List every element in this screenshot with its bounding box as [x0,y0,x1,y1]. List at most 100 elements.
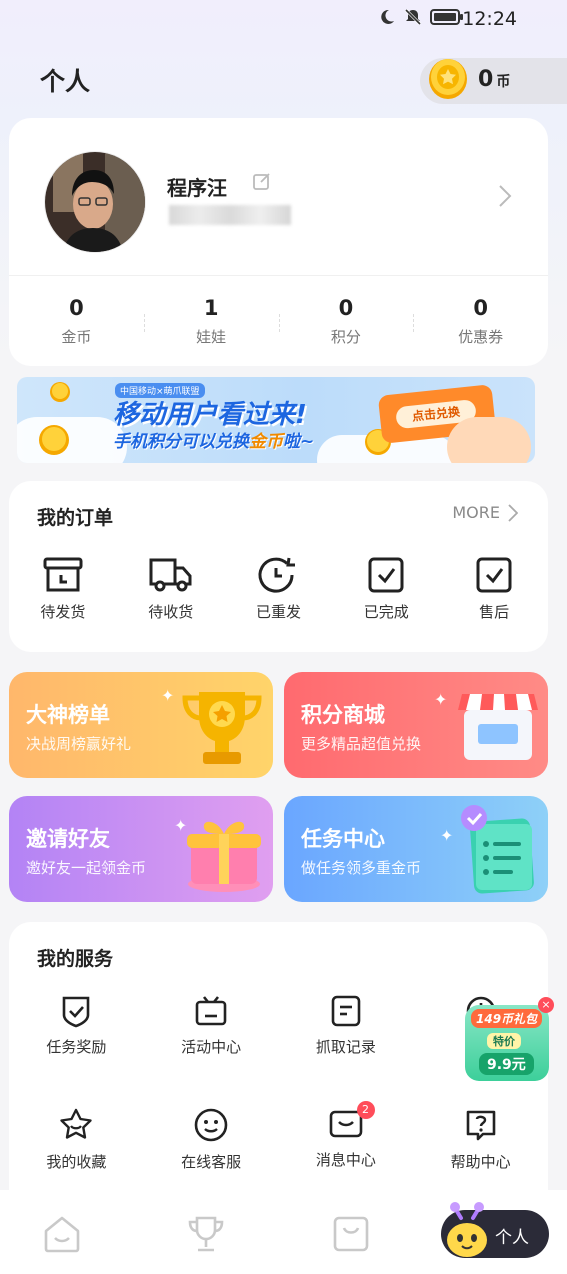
sparkle-icon: ✦ [161,686,175,705]
divider [9,275,548,276]
trophy-icon [182,692,262,764]
stat-points[interactable]: 0 积分 [278,296,414,347]
coin-balance-chip[interactable]: 0币 [420,58,567,104]
user-id-blurred [169,205,291,225]
service-label: 抓取记录 [315,1038,376,1056]
tile-title: 积分商城 [301,703,385,727]
coin-icon [39,425,69,455]
floating-promo[interactable]: 149币礼包 特价 9.9元 × [463,997,558,1083]
services-title: 我的服务 [37,948,114,970]
refresh-clock-icon [259,557,296,593]
orders-more-link[interactable]: MORE [452,503,518,522]
document-icon [331,995,361,1027]
stat-value: 0 [338,296,354,320]
stat-label: 金币 [61,328,92,346]
chevron-right-icon [508,503,518,522]
status-bar: 12:24 [0,0,567,40]
checkbox-icon [368,557,404,593]
star-smile-icon [60,1108,93,1139]
order-completed[interactable]: 已完成 [332,555,440,622]
banner-cloud [17,417,127,463]
chevron-right-icon[interactable] [498,184,512,208]
battery-icon [430,9,463,25]
order-label: 售后 [479,603,510,621]
banner-subline-suffix: 啦~ [283,432,315,452]
tile-title: 大神榜单 [26,703,110,727]
stat-coupons[interactable]: 0 优惠券 [413,296,548,347]
coin-icon [50,382,70,402]
order-label: 已重发 [255,603,301,621]
stat-value: 0 [473,296,488,320]
trophy-outline-icon[interactable] [186,1214,226,1254]
orders-title: 我的订单 [37,507,114,529]
stat-dolls[interactable]: 1 娃娃 [143,296,279,347]
service-label: 消息中心 [315,1151,376,1169]
stat-label: 娃娃 [196,328,227,346]
tab-me-label: 个人 [495,1228,529,1248]
service-activity-center[interactable]: 活动中心 [144,994,279,1107]
tile-invite-friends[interactable]: 邀请好友 邀好友一起领金币 ✦ [9,796,273,902]
tile-subtitle: 更多精品超值兑换 [301,735,422,753]
tab-me[interactable]: 个人 [441,1202,549,1258]
order-reshipped[interactable]: 已重发 [225,555,333,622]
hand-illustration [447,417,531,463]
sparkle-icon: ✦ [440,826,454,845]
tile-subtitle: 做任务领多重金币 [301,859,422,877]
checkbox-icon [476,557,512,593]
sparkle-icon: ✦ [434,690,448,709]
shield-check-icon [63,996,90,1028]
tile-subtitle: 决战周榜赢好礼 [26,735,132,753]
home-icon[interactable] [42,1214,82,1254]
tile-task-center[interactable]: 任务中心 做任务领多重金币 ✦ [284,796,548,902]
profile-card[interactable]: 程序汪 0 金币 1 娃娃 0 积分 0 优惠券 [9,118,548,366]
coin-icon [429,59,467,99]
order-pending-receive[interactable]: 待收货 [117,555,225,622]
tv-icon [195,996,227,1026]
order-pending-ship[interactable]: 待发货 [9,555,117,622]
edit-icon[interactable] [251,170,273,192]
coin-unit: 币 [496,74,511,90]
task-list-icon [461,805,534,894]
tile-title: 任务中心 [301,827,385,851]
service-label: 我的收藏 [46,1153,107,1171]
tile-subtitle: 邀好友一起领金币 [26,859,147,877]
service-task-rewards[interactable]: 任务奖励 [9,994,144,1107]
mascot-icon [447,1202,487,1257]
box-clock-icon [43,557,83,592]
service-label: 帮助中心 [450,1153,511,1171]
bottom-tab-bar: 个人 [0,1190,567,1274]
banner-subline: 手机积分可以兑换金币啦~ [113,427,314,452]
stat-label: 优惠券 [458,328,504,346]
service-label: 在线客服 [181,1153,242,1171]
promo-title: 149币礼包 [471,1009,543,1028]
stat-label: 积分 [330,328,361,346]
page-title: 个人 [40,67,91,96]
promo-price: 9.9元 [479,1053,534,1075]
bag-icon[interactable] [332,1214,370,1254]
truck-icon [149,558,192,592]
bell-mute-icon [404,8,422,26]
service-label: 活动中心 [181,1038,242,1056]
tile-points-mall[interactable]: 积分商城 更多精品超值兑换 ✦ [284,672,548,778]
order-label: 已完成 [363,603,409,621]
service-label: 任务奖励 [46,1038,107,1056]
promo-banner[interactable]: 中国移动×萌爪联盟 移动用户看过来! 手机积分可以兑换金币啦~ 点击兑换 [17,377,535,463]
help-icon [466,1110,495,1141]
close-icon[interactable]: × [538,997,554,1013]
orders-card: 我的订单 MORE 待发货 待收货 已重发 已完成 售后 [9,481,548,652]
banner-headline: 移动用户看过来! [113,400,307,430]
order-after-sales[interactable]: 售后 [440,555,548,622]
stat-coins[interactable]: 0 金币 [9,296,144,347]
username: 程序汪 [167,176,227,200]
profile-stats: 0 金币 1 娃娃 0 积分 0 优惠券 [9,296,548,347]
moon-icon [381,9,394,24]
service-catch-records[interactable]: 抓取记录 [279,994,414,1107]
stat-value: 1 [203,296,219,320]
more-label: MORE [452,503,500,522]
banner-subline-prefix: 手机积分可以兑换 [113,432,249,452]
stat-value: 0 [69,296,84,320]
avatar[interactable] [45,152,145,252]
order-label: 待发货 [40,603,86,621]
promo-tag: 特价 [487,1033,521,1049]
tile-leaderboard[interactable]: 大神榜单 决战周榜赢好礼 ✦ [9,672,273,778]
